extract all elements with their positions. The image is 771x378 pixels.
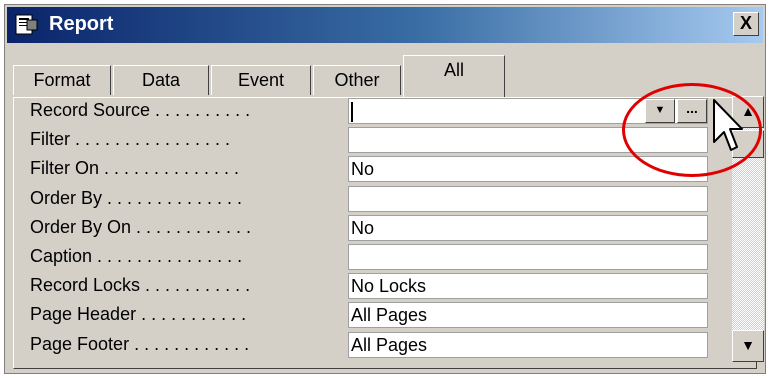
tab-strip: Format Data Event Other All	[13, 55, 753, 97]
record-locks-field[interactable]: No Locks	[348, 273, 708, 300]
text-caret	[351, 102, 353, 123]
property-label: Filter . . . . . . . . . . . . . . . .	[30, 129, 231, 150]
title-bar[interactable]: Report X	[7, 7, 763, 43]
ellipsis-icon: ...	[686, 100, 698, 116]
down-arrow-icon: ▼	[741, 337, 755, 353]
property-row-page-footer: Page Footer . . . . . . . . . . . . All …	[14, 330, 708, 359]
property-row-order-by-on: Order By On . . . . . . . . . . . . No	[14, 213, 708, 242]
property-label: Order By . . . . . . . . . . . . . .	[30, 187, 243, 208]
dropdown-button[interactable]: ▼	[645, 99, 675, 123]
mouse-pointer-icon	[713, 99, 743, 151]
tab-data[interactable]: Data	[113, 65, 209, 95]
property-row-filter-on: Filter On . . . . . . . . . . . . . . No	[14, 154, 708, 183]
property-label: Caption . . . . . . . . . . . . . . .	[30, 245, 243, 266]
property-label: Filter On . . . . . . . . . . . . . .	[30, 158, 240, 179]
window-title: Report	[49, 13, 114, 35]
property-row-record-locks: Record Locks . . . . . . . . . . . No Lo…	[14, 271, 708, 300]
property-label: Page Footer . . . . . . . . . . . .	[30, 333, 250, 354]
property-row-page-header: Page Header . . . . . . . . . . . All Pa…	[14, 300, 708, 329]
tab-other[interactable]: Other	[313, 65, 401, 95]
scroll-down-button[interactable]: ▼	[732, 330, 764, 362]
filter-field[interactable]	[348, 127, 708, 154]
property-grid: Record Source . . . . . . . . . . ▼ ... …	[14, 96, 708, 359]
property-row-order-by: Order By . . . . . . . . . . . . . .	[14, 184, 708, 213]
page-footer-field[interactable]: All Pages	[348, 331, 708, 358]
property-row-filter: Filter . . . . . . . . . . . . . . . .	[14, 125, 708, 154]
record-source-field[interactable]: ▼ ...	[348, 98, 708, 124]
down-arrow-icon: ▼	[654, 104, 666, 116]
property-label: Record Locks . . . . . . . . . . .	[30, 275, 251, 296]
order-by-on-field[interactable]: No	[348, 214, 708, 241]
report-icon	[15, 14, 38, 35]
filter-on-field[interactable]: No	[348, 156, 708, 183]
property-row-caption: Caption . . . . . . . . . . . . . . .	[14, 242, 708, 271]
builder-button[interactable]: ...	[677, 99, 707, 123]
order-by-field[interactable]	[348, 185, 708, 212]
property-label: Record Source . . . . . . . . . .	[30, 100, 251, 120]
property-label: Page Header . . . . . . . . . . .	[30, 304, 247, 325]
close-button[interactable]: X	[733, 12, 759, 36]
property-label: Order By On . . . . . . . . . . . .	[30, 216, 252, 237]
caption-field[interactable]	[348, 243, 708, 270]
tab-format[interactable]: Format	[13, 65, 111, 95]
tab-all[interactable]: All	[403, 55, 505, 97]
tab-event[interactable]: Event	[211, 65, 311, 95]
property-row-record-source: Record Source . . . . . . . . . . ▼ ...	[14, 96, 708, 125]
page-header-field[interactable]: All Pages	[348, 302, 708, 329]
